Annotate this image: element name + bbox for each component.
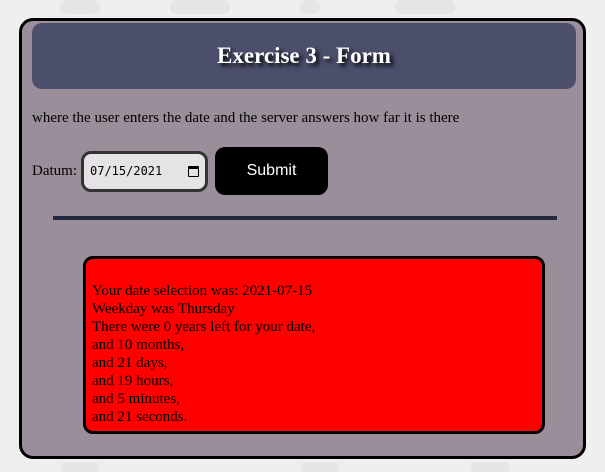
background-decoration [470, 462, 510, 472]
result-box: Your date selection was: 2021-07-15 Week… [83, 256, 545, 434]
calendar-icon[interactable] [188, 165, 199, 177]
date-input-value[interactable]: 07/15/2021 [90, 164, 188, 178]
result-line: and 21 seconds. [92, 409, 188, 425]
background-decoration [395, 0, 455, 14]
exercise-card: Exercise 3 - Form where the user enters … [19, 18, 586, 459]
divider [53, 216, 557, 220]
background-decoration [300, 0, 320, 14]
submit-button[interactable]: Submit [215, 147, 328, 195]
page-title: Exercise 3 - Form [217, 43, 391, 68]
result-line: and 21 days, [92, 355, 168, 371]
result-line: There were 0 years left for your date, [92, 319, 316, 335]
result-line: and 10 months, [92, 337, 185, 353]
result-line: and 19 hours, [92, 373, 174, 389]
background-decoration [170, 0, 230, 14]
date-label: Datum: [32, 162, 77, 179]
background-decoration [300, 462, 340, 472]
background-decoration [60, 462, 100, 472]
date-form: Datum: 07/15/2021 Submit [32, 147, 328, 195]
background-decoration [60, 0, 100, 14]
result-line: Weekday was Thursday [92, 301, 235, 317]
result-line: and 5 minutes, [92, 391, 180, 407]
date-input[interactable]: 07/15/2021 [81, 150, 208, 192]
exercise-description: where the user enters the date and the s… [32, 110, 460, 126]
card-header: Exercise 3 - Form [32, 23, 576, 89]
result-line: Your date selection was: 2021-07-15 [92, 283, 313, 299]
